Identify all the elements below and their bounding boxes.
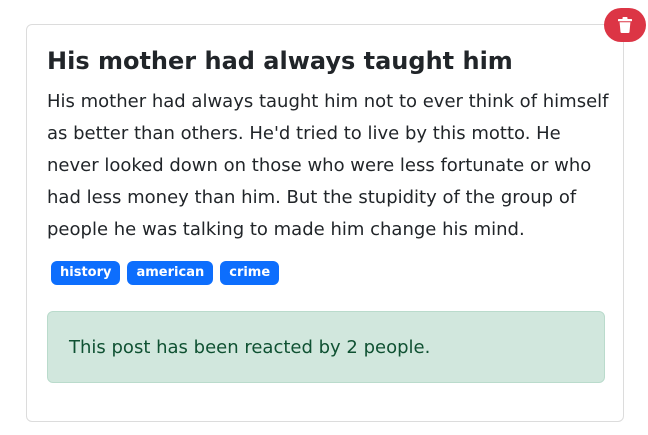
- trash-icon: [618, 17, 632, 33]
- tag-list: history american crime: [51, 261, 280, 285]
- tag-history[interactable]: history: [51, 261, 121, 285]
- post-title: His mother had always taught him: [47, 47, 513, 75]
- post-body: His mother had always taught him not to …: [47, 91, 609, 240]
- tag-crime[interactable]: crime: [220, 261, 280, 285]
- delete-post-button[interactable]: [604, 8, 646, 42]
- reaction-alert: This post has been reacted by 2 people.: [47, 311, 605, 383]
- tag-american[interactable]: american: [127, 261, 214, 285]
